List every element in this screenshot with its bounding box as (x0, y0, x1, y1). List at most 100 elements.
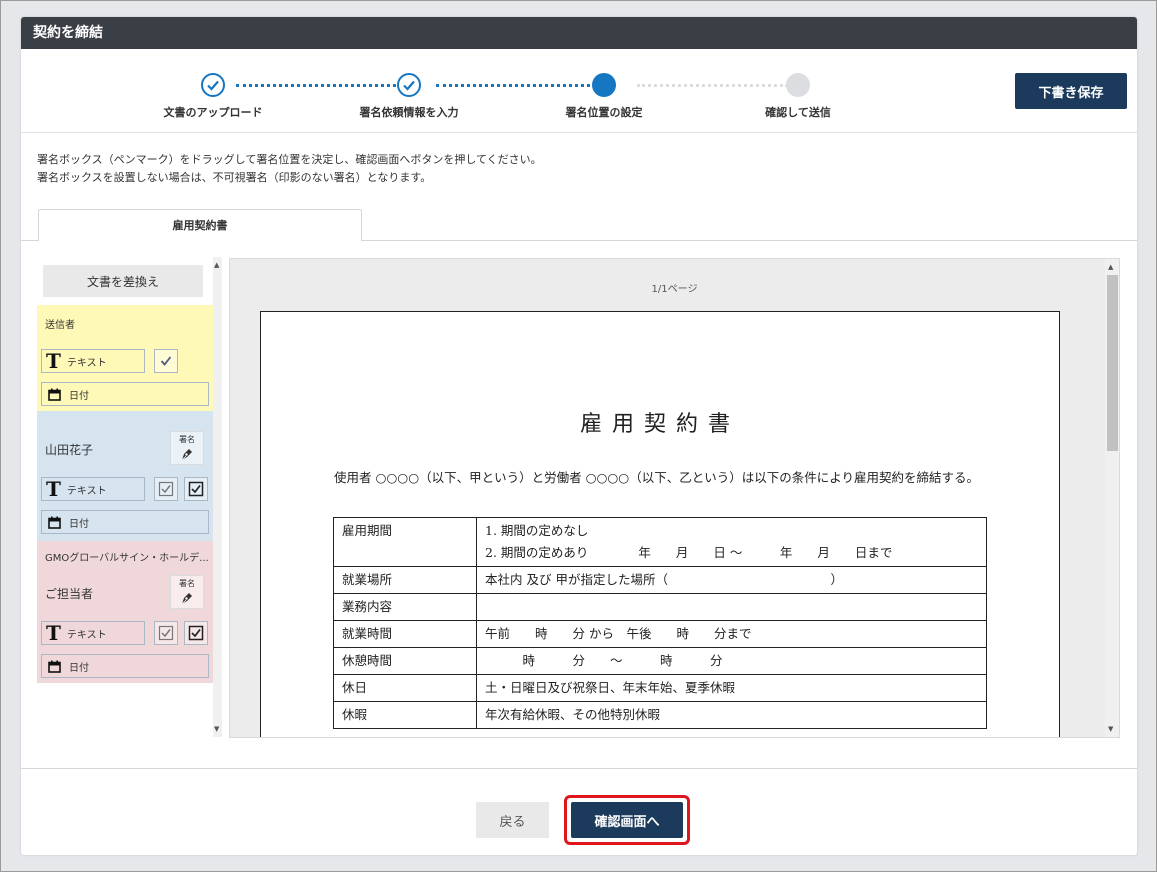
table-cell-label: 就業時間 (333, 620, 477, 648)
signer1-checkbox[interactable] (184, 477, 208, 501)
table-cell-line: 1. 期間の定めなし (485, 523, 589, 538)
table-cell-label: 業務内容 (333, 593, 477, 621)
pen-icon (181, 593, 192, 605)
table-cell-value: 本社内 及び 甲が指定した場所（ ） (476, 566, 987, 594)
signature-box[interactable]: 署名 (170, 431, 204, 465)
calendar-icon (48, 516, 61, 529)
step-sign-position: 署名位置の設定 (534, 73, 674, 120)
signer2-name: ご担当者 (45, 587, 94, 601)
signer2-checkbox-inactive[interactable] (154, 621, 178, 645)
table-row: 業務内容 (333, 593, 987, 621)
document-intro: 使用者 ○○○○（以下、甲という）と労働者 ○○○○（以下、乙という）は以下の条… (334, 470, 979, 485)
signer1-checkbox-inactive[interactable] (154, 477, 178, 501)
signature-box-label: 署名 (179, 435, 195, 444)
document-title: 雇用契約書 (579, 412, 740, 437)
step-label: 文書のアップロード (163, 106, 263, 119)
page-indicator: 1/1ページ (651, 284, 698, 295)
current-step-dot (592, 73, 616, 97)
sender-text-field[interactable]: T テキスト (41, 349, 145, 373)
contract-card: 契約を締結 文書のアップロード 署名依頼情報を入力 署名位置の設定 確認して送信… (21, 17, 1137, 855)
signer2-date-field[interactable]: 日付 (41, 654, 209, 678)
scroll-up-icon[interactable]: ▲ (1108, 263, 1113, 271)
signer2-panel: GMOグローバルサイン・ホールデ... ご担当者 署名 T テキスト 日付 (37, 541, 213, 683)
text-icon: T (46, 349, 61, 373)
date-field-label: 日付 (69, 662, 89, 674)
confirm-highlight: 確認画面へ (564, 795, 690, 845)
table-cell-line: 2. 期間の定めあり 年 月 日 ～ 年 月 日まで (485, 545, 893, 560)
replace-document-button[interactable]: 文書を差換え (43, 265, 203, 297)
signer-sidebar: 文書を差換え 送信者 T テキスト 日付 山田花子 署名 T テキスト 日付 G… (37, 257, 213, 737)
text-field-label: テキスト (66, 485, 107, 497)
pending-step-dot (786, 73, 810, 97)
document-page[interactable]: 雇用契約書 使用者 ○○○○（以下、甲という）と労働者 ○○○○（以下、乙という… (260, 311, 1060, 737)
table-cell-value: 時 分 ～ 時 分 (476, 647, 987, 675)
scroll-up-icon[interactable]: ▲ (214, 261, 219, 269)
step-confirm-send: 確認して送信 (728, 73, 868, 120)
footer-divider (21, 768, 1137, 769)
table-row: 休憩時間 時 分 ～ 時 分 (333, 647, 987, 675)
instructions: 署名ボックス（ペンマーク）をドラッグして署名位置を決定し、確認画面へボタンを押し… (37, 151, 542, 187)
sender-panel: 送信者 T テキスト 日付 (37, 305, 213, 411)
signer1-name: 山田花子 (45, 443, 94, 457)
viewer-scrollbar[interactable]: ▲ ▼ (1105, 259, 1119, 737)
document-viewer: 1/1ページ 雇用契約書 使用者 ○○○○（以下、甲という）と労働者 ○○○○（… (229, 258, 1120, 738)
table-cell-label: 休日 (333, 674, 477, 702)
table-row: 就業時間 午前 時 分 から 午後 時 分まで (333, 620, 987, 648)
scroll-down-icon[interactable]: ▼ (1108, 725, 1113, 733)
checkbox-icon (188, 625, 204, 641)
signature-box[interactable]: 署名 (170, 575, 204, 609)
table-cell-value (476, 593, 987, 621)
step-label: 署名位置の設定 (565, 106, 643, 119)
contract-terms-table: 雇用期間 1. 期間の定めなし 2. 期間の定めあり 年 月 日 ～ 年 月 日… (333, 517, 987, 729)
signer1-panel: 山田花子 署名 T テキスト 日付 (37, 411, 213, 541)
save-draft-button[interactable]: 下書き保存 (1015, 73, 1127, 109)
instruction-line: 署名ボックス（ペンマーク）をドラッグして署名位置を決定し、確認画面へボタンを押し… (37, 153, 542, 166)
check-icon (201, 73, 225, 97)
step-label: 署名依頼情報を入力 (359, 106, 459, 119)
date-field-label: 日付 (69, 518, 89, 530)
stepper: 文書のアップロード 署名依頼情報を入力 署名位置の設定 確認して送信 (21, 73, 1137, 133)
checkbox-icon (158, 625, 174, 641)
step-upload: 文書のアップロード (143, 73, 283, 120)
signer1-text-field[interactable]: T テキスト (41, 477, 145, 501)
calendar-icon (48, 660, 61, 673)
date-field-label: 日付 (69, 390, 89, 402)
step-label: 確認して送信 (765, 106, 831, 119)
table-row: 休暇 年次有給休暇、その他特別休暇 (333, 701, 987, 729)
pen-icon (181, 449, 192, 461)
table-row: 就業場所 本社内 及び 甲が指定した場所（ ） (333, 566, 987, 594)
instruction-line: 署名ボックスを設置しない場合は、不可視署名（印影のない署名）となります。 (37, 171, 432, 184)
page-title: 契約を締結 (21, 17, 1137, 49)
table-row: 休日 土・日曜日及び祝祭日、年末年始、夏季休暇 (333, 674, 987, 702)
table-cell-value: 1. 期間の定めなし 2. 期間の定めあり 年 月 日 ～ 年 月 日まで (476, 517, 987, 567)
check-icon (160, 356, 172, 366)
text-icon: T (46, 477, 61, 501)
table-cell-label: 休暇 (333, 701, 477, 729)
scroll-down-icon[interactable]: ▼ (214, 725, 219, 733)
signature-box-label: 署名 (179, 579, 195, 588)
table-cell-value: 土・日曜日及び祝祭日、年末年始、夏季休暇 (476, 674, 987, 702)
text-icon: T (46, 621, 61, 645)
check-icon (397, 73, 421, 97)
sidebar-scrollbar[interactable]: ▲ ▼ (213, 257, 222, 737)
table-cell-value: 年次有給休暇、その他特別休暇 (476, 701, 987, 729)
confirm-button[interactable]: 確認画面へ (571, 802, 683, 838)
sender-date-field[interactable]: 日付 (41, 382, 209, 406)
scrollbar-thumb[interactable] (1107, 275, 1118, 451)
table-row: 雇用期間 1. 期間の定めなし 2. 期間の定めあり 年 月 日 ～ 年 月 日… (333, 517, 987, 567)
step-signer-info: 署名依頼情報を入力 (339, 73, 479, 120)
divider (21, 132, 1137, 133)
text-field-label: テキスト (66, 629, 107, 641)
text-field-label: テキスト (66, 357, 107, 369)
signer1-date-field[interactable]: 日付 (41, 510, 209, 534)
checkbox-icon (158, 481, 174, 497)
tab-employment-contract[interactable]: 雇用契約書 (38, 209, 362, 241)
signer2-checkbox[interactable] (184, 621, 208, 645)
signer2-text-field[interactable]: T テキスト (41, 621, 145, 645)
checkbox-icon (188, 481, 204, 497)
table-cell-label: 雇用期間 (333, 517, 477, 567)
table-cell-label: 就業場所 (333, 566, 477, 594)
sender-checkbox[interactable] (154, 349, 178, 373)
calendar-icon (48, 388, 61, 401)
back-button[interactable]: 戻る (476, 802, 549, 838)
